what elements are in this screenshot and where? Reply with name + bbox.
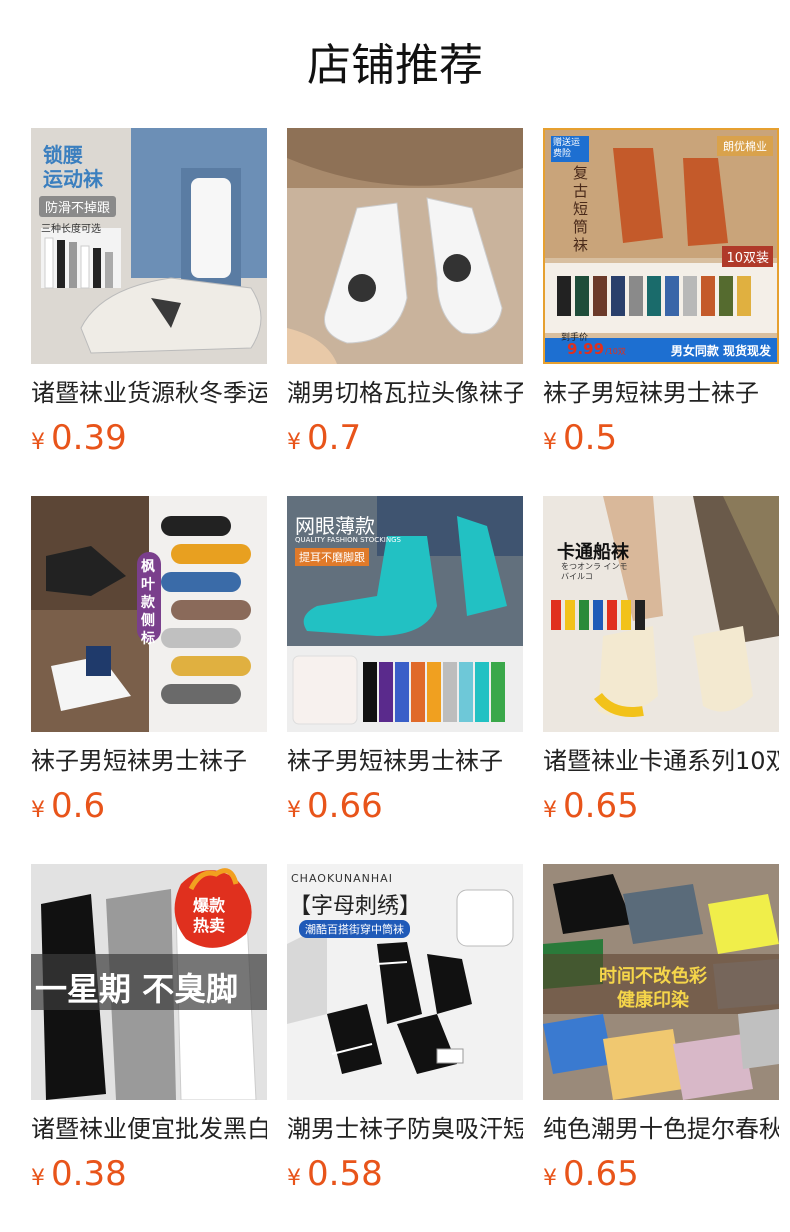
product-name[interactable]: 袜子男短袜男士袜子 <box>287 744 523 778</box>
image-badge2: 热卖 <box>193 916 226 935</box>
product-image[interactable]: 网眼薄款 QUALITY FASHION STOCKINGS 提耳不磨脚跟 <box>287 496 523 732</box>
product-name[interactable]: 诸暨袜业卡通系列10双装 <box>543 744 779 778</box>
image-sub: QUALITY FASHION STOCKINGS <box>295 536 401 544</box>
product-image[interactable]: 时间不改色彩 健康印染 <box>543 864 779 1100</box>
currency-symbol: ¥ <box>543 1166 557 1191</box>
image-vertical: 枫叶款侧标 <box>141 559 155 647</box>
product-name[interactable]: 潮男切格瓦拉头像袜子 <box>287 376 523 410</box>
currency-symbol: ¥ <box>31 798 45 823</box>
product-image[interactable]: 枫叶款侧标 <box>31 496 267 732</box>
image-tag: 赠送运费险 <box>551 136 589 162</box>
product-image[interactable]: 卡通船袜 をつオンラ インモバイルコ <box>543 496 779 732</box>
image-badge: 防滑不掉跟 <box>39 196 117 217</box>
image-title: 【字母刺绣】 <box>289 894 422 919</box>
currency-symbol: ¥ <box>31 1166 45 1191</box>
image-price-unit: /10双 <box>605 347 626 356</box>
product-image[interactable]: 朗优棉业 赠送运费险 复古短筒袜 10双装 到手价 9.99 /10双 男女同款… <box>543 128 779 364</box>
image-badge: 提耳不磨脚跟 <box>295 548 369 566</box>
image-brand: CHAOKUNANHAI <box>291 872 393 885</box>
product-photo <box>543 496 779 732</box>
image-banner: 男女同款 现货现发 <box>670 344 771 358</box>
product-price: ¥0.66 <box>287 784 383 828</box>
product-name[interactable]: 纯色潮男十色提尔春秋短袜 <box>543 1112 779 1146</box>
product-photo <box>287 128 523 364</box>
product-card[interactable]: 时间不改色彩 健康印染 纯色潮男十色提尔春秋短袜 ¥0.65 <box>543 864 779 1232</box>
product-price: ¥0.39 <box>31 416 127 460</box>
product-card[interactable]: 潮男切格瓦拉头像袜子 ¥0.7 <box>287 128 523 496</box>
product-card[interactable]: 枫叶款侧标 袜子男短袜男士袜子 ¥0.6 <box>31 496 267 864</box>
page-title: 店铺推荐 <box>307 40 483 91</box>
currency-symbol: ¥ <box>287 798 301 823</box>
product-grid: 锁腰 运动袜 防滑不掉跟 三种长度可选 诸暨袜业货源秋冬季运动袜 ¥0.39 潮… <box>31 128 779 1232</box>
currency-symbol: ¥ <box>543 798 557 823</box>
product-price: ¥0.65 <box>543 1152 639 1196</box>
image-banner: 一星期 不臭脚 <box>35 970 239 1008</box>
product-card[interactable]: 爆款 热卖 一星期 不臭脚 诸暨袜业便宜批发黑白灰 ¥0.38 <box>31 864 267 1232</box>
price-value: 0.65 <box>563 1154 639 1194</box>
image-line2: 健康印染 <box>617 990 689 1011</box>
product-card[interactable]: 卡通船袜 をつオンラ インモバイルコ 诸暨袜业卡通系列10双装 ¥0.65 <box>543 496 779 864</box>
product-name[interactable]: 诸暨袜业便宜批发黑白灰 <box>31 1112 267 1146</box>
price-value: 0.66 <box>307 786 383 826</box>
product-name[interactable]: 袜子男短袜男士袜子 <box>543 376 779 410</box>
price-value: 0.39 <box>51 418 127 458</box>
product-card[interactable]: 网眼薄款 QUALITY FASHION STOCKINGS 提耳不磨脚跟 袜子… <box>287 496 523 864</box>
product-name[interactable]: 潮男士袜子防臭吸汗短袜 <box>287 1112 523 1146</box>
image-corner: 朗优棉业 <box>717 136 773 156</box>
product-card[interactable]: CHAOKUNANHAI 【字母刺绣】 潮酷百搭街穿中筒袜 潮男士袜子防臭吸汗短… <box>287 864 523 1232</box>
image-sub: 潮酷百搭街穿中筒袜 <box>299 920 410 938</box>
currency-symbol: ¥ <box>287 1166 301 1191</box>
product-price: ¥0.5 <box>543 416 617 460</box>
product-image[interactable]: 锁腰 运动袜 防滑不掉跟 三种长度可选 <box>31 128 267 364</box>
image-line2: 运动袜 <box>43 167 103 191</box>
product-price: ¥0.58 <box>287 1152 383 1196</box>
price-value: 0.5 <box>563 418 618 458</box>
image-price-value: 9.99 <box>567 340 605 358</box>
product-price: ¥0.7 <box>287 416 361 460</box>
product-name[interactable]: 诸暨袜业货源秋冬季运动袜 <box>31 376 267 410</box>
product-price: ¥0.38 <box>31 1152 127 1196</box>
product-price: ¥0.6 <box>31 784 105 828</box>
image-sub: をつオンラ インモバイルコ <box>561 562 628 581</box>
price-value: 0.7 <box>307 418 362 458</box>
image-line1: 锁腰 <box>43 143 83 167</box>
price-value: 0.65 <box>563 786 639 826</box>
image-title: 卡通船袜 <box>557 542 629 563</box>
currency-symbol: ¥ <box>31 430 45 455</box>
price-value: 0.58 <box>307 1154 383 1194</box>
image-line1: 时间不改色彩 <box>599 966 707 987</box>
currency-symbol: ¥ <box>287 430 301 455</box>
image-vertical: 复古短筒袜 <box>573 164 589 254</box>
product-image[interactable] <box>287 128 523 364</box>
product-card[interactable]: 锁腰 运动袜 防滑不掉跟 三种长度可选 诸暨袜业货源秋冬季运动袜 ¥0.39 <box>31 128 267 496</box>
product-name[interactable]: 袜子男短袜男士袜子 <box>31 744 267 778</box>
product-image[interactable]: CHAOKUNANHAI 【字母刺绣】 潮酷百搭街穿中筒袜 <box>287 864 523 1100</box>
product-price: ¥0.65 <box>543 784 639 828</box>
product-image[interactable]: 爆款 热卖 一星期 不臭脚 <box>31 864 267 1100</box>
price-value: 0.38 <box>51 1154 127 1194</box>
price-value: 0.6 <box>51 786 106 826</box>
image-sub: 三种长度可选 <box>41 224 101 235</box>
image-title: 网眼薄款 <box>295 514 375 538</box>
product-card[interactable]: 朗优棉业 赠送运费险 复古短筒袜 10双装 到手价 9.99 /10双 男女同款… <box>543 128 779 496</box>
currency-symbol: ¥ <box>543 430 557 455</box>
image-count: 10双装 <box>722 246 773 267</box>
